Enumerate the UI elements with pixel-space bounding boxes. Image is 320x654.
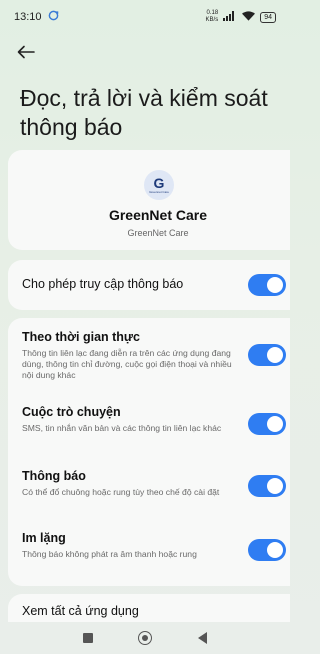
back-nav-button[interactable] (198, 632, 208, 644)
battery-icon: 94 (260, 11, 276, 23)
network-speed: 0.18 KB/s (206, 10, 219, 24)
type-title: Im lặng (22, 531, 66, 545)
allow-access-toggle[interactable] (248, 274, 286, 296)
see-all-apps-card[interactable]: Xem tất cả ứng dụng (8, 594, 290, 624)
conversations-toggle[interactable] (248, 413, 286, 435)
page-title: Đọc, trả lời và kiểm soát thông báo (20, 85, 268, 140)
notification-types-card: Theo thời gian thực Thông tin liên lạc đ… (8, 318, 290, 586)
back-button[interactable] (14, 42, 38, 66)
app-logo-letter: G (153, 175, 165, 191)
status-left: 13:10 (14, 10, 59, 24)
realtime-toggle[interactable] (248, 344, 286, 366)
wifi-icon (242, 11, 256, 23)
type-row-conversations[interactable]: Cuộc trò chuyện SMS, tin nhắn văn bản và… (22, 405, 232, 434)
type-description: Có thể đổ chuông hoặc rung tùy theo chế … (22, 487, 220, 497)
see-all-apps-label: Xem tất cả ứng dụng (22, 604, 139, 618)
network-speed-value: 0.18 (206, 10, 219, 16)
type-row-notifications[interactable]: Thông báo Có thể đổ chuông hoặc rung tùy… (22, 469, 232, 498)
allow-access-card[interactable]: Cho phép truy cập thông báo (8, 260, 290, 310)
notifications-toggle[interactable] (248, 475, 286, 497)
app-logo-caption: Greennet Care (149, 190, 169, 194)
type-description: Thông báo không phát ra âm thanh hoặc ru… (22, 549, 197, 559)
type-title: Thông báo (22, 469, 86, 483)
type-row-silent[interactable]: Im lặng Thông báo không phát ra âm thanh… (22, 531, 232, 560)
type-description: Thông tin liên lạc đang diễn ra trên các… (22, 348, 232, 380)
status-right: 0.18 KB/s 94 (206, 10, 276, 24)
app-logo-icon: G Greennet Care (144, 170, 174, 200)
signal-icon (223, 11, 237, 23)
navigation-bar (0, 622, 290, 654)
type-title: Cuộc trò chuyện (22, 405, 121, 419)
app-info-card: G Greennet Care GreenNet Care GreenNet C… (8, 150, 290, 250)
allow-access-label: Cho phép truy cập thông báo (22, 277, 184, 291)
see-all-apps-row: Xem tất cả ứng dụng (22, 604, 232, 618)
sync-icon (48, 10, 59, 24)
allow-access-row: Cho phép truy cập thông báo (22, 277, 232, 291)
status-time: 13:10 (14, 11, 42, 23)
home-button[interactable] (138, 631, 153, 645)
silent-toggle[interactable] (248, 539, 286, 561)
network-speed-unit: KB/s (205, 17, 219, 23)
arrow-left-icon (17, 45, 35, 64)
app-subtitle: GreenNet Care (127, 228, 189, 238)
status-bar: 13:10 0.18 KB/s 94 (0, 0, 290, 34)
type-title: Theo thời gian thực (22, 330, 140, 344)
type-description: SMS, tin nhắn văn bản và các thông tin l… (22, 423, 222, 433)
type-row-realtime[interactable]: Theo thời gian thực Thông tin liên lạc đ… (22, 330, 232, 381)
recents-button[interactable] (82, 633, 93, 643)
app-name: GreenNet Care (108, 207, 208, 223)
